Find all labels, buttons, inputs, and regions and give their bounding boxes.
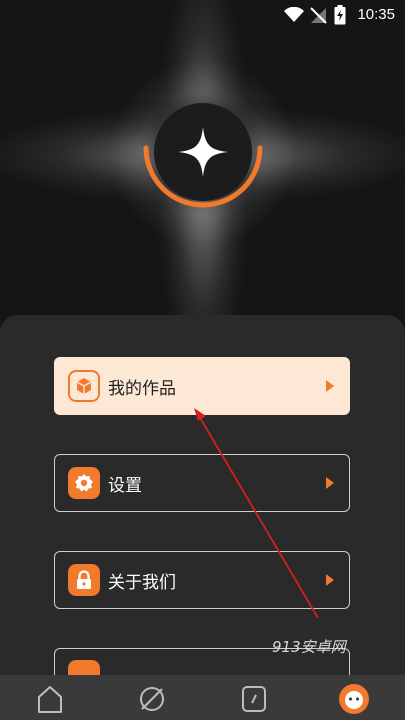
- status-bar: 10:35: [0, 0, 405, 30]
- bottom-nav-bar: [0, 675, 405, 720]
- profile-icon[interactable]: [336, 681, 372, 717]
- menu-item-label: 设置: [108, 475, 142, 496]
- wifi-icon: [284, 7, 304, 22]
- menu-item-label: 我的作品: [108, 378, 176, 399]
- lock-icon: [68, 564, 100, 596]
- battery-charging-icon: [334, 5, 346, 25]
- planet-icon[interactable]: [134, 681, 170, 717]
- menu-item-settings[interactable]: 设置: [54, 454, 350, 512]
- gear-icon: [68, 467, 100, 499]
- menu-item-label: 关于我们: [108, 572, 176, 593]
- status-time: 10:35: [357, 6, 395, 23]
- menu-item-my-works[interactable]: 我的作品: [54, 357, 350, 415]
- menu-item-about-us[interactable]: 关于我们: [54, 551, 350, 609]
- sparkle-star-icon: [178, 127, 228, 177]
- home-icon[interactable]: [32, 681, 68, 717]
- chevron-right-icon: [326, 574, 334, 586]
- chevron-right-icon: [326, 380, 334, 392]
- edit-icon[interactable]: [236, 681, 272, 717]
- box-icon: [68, 370, 100, 402]
- no-signal-icon: [310, 7, 327, 24]
- chevron-right-icon: [326, 477, 334, 489]
- watermark-text: 913安卓网: [272, 638, 346, 656]
- hero-banner: [0, 0, 405, 330]
